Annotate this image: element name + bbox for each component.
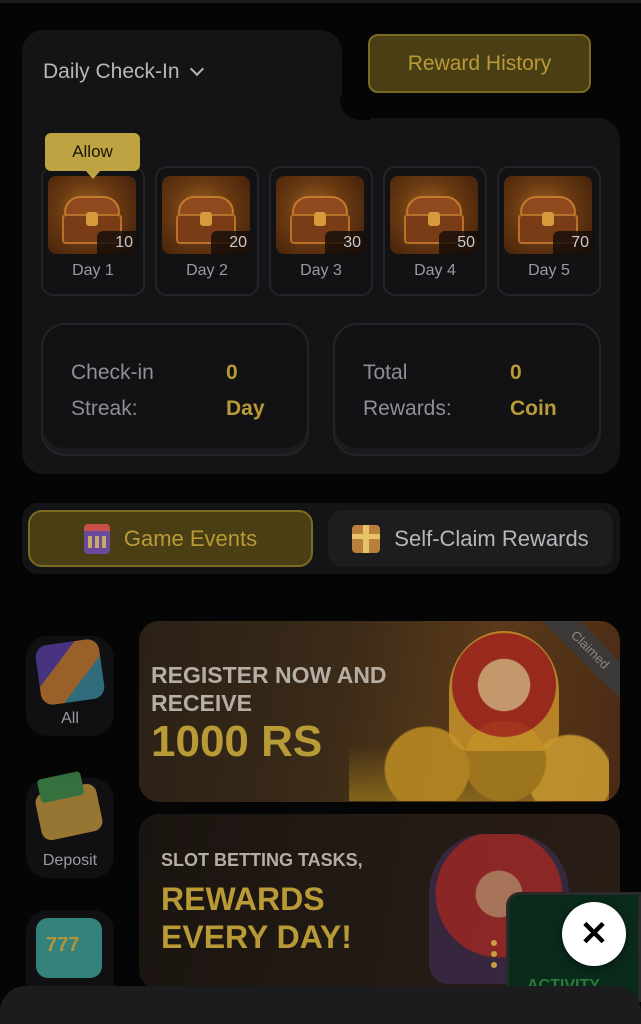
day-reward-amount: 10	[97, 231, 137, 255]
streak-unit: Day	[226, 397, 265, 420]
day-card-1[interactable]: 10 Day 1	[41, 166, 145, 296]
tab-game-events[interactable]: Game Events	[28, 510, 313, 567]
day-card-2[interactable]: 20 Day 2	[155, 166, 259, 296]
day-card-5[interactable]: 70 Day 5	[497, 166, 601, 296]
day-reward-amount: 20	[211, 231, 251, 255]
allow-badge[interactable]: Allow	[45, 133, 140, 179]
banner-headline: REGISTER NOW AND RECEIVE	[151, 661, 387, 717]
gift-icon	[352, 524, 381, 553]
total-value: 0 Coin	[510, 355, 557, 427]
banner-subtitle: SLOT BETTING TASKS,	[161, 850, 363, 870]
bottom-sheet	[0, 986, 641, 1024]
streak-value: 0 Day	[226, 355, 265, 427]
streak-count: 0	[226, 361, 238, 384]
register-bonus-banner[interactable]: REGISTER NOW AND RECEIVE 1000 RS Claimed	[139, 621, 620, 802]
day-reward-amount: 70	[553, 231, 593, 255]
category-label: All	[61, 710, 79, 727]
wallet-icon	[33, 782, 105, 842]
tab-self-claim-label: Self-Claim Rewards	[394, 525, 589, 551]
total-count: 0	[510, 361, 522, 384]
streak-label: Check-in Streak:	[71, 355, 154, 427]
category-all[interactable]: All	[26, 636, 114, 736]
day-reward-amount: 50	[439, 231, 479, 255]
daily-checkin-dropdown[interactable]: Daily Check-In	[43, 60, 204, 84]
total-rewards-card: Total Rewards: 0 Coin	[333, 323, 601, 456]
total-label-line1: Total	[363, 361, 408, 384]
calendar-icon	[83, 523, 110, 554]
category-deposit[interactable]: Deposit	[26, 778, 114, 878]
tab-game-events-label: Game Events	[123, 525, 258, 551]
day-label: Day 5	[528, 262, 570, 279]
tab-self-claim-rewards[interactable]: Self-Claim Rewards	[328, 510, 613, 567]
cube-icon	[34, 637, 106, 707]
fortune-god-image	[449, 631, 559, 751]
banner-headline-line1: REGISTER NOW AND	[151, 662, 387, 688]
close-icon: ✕	[579, 915, 609, 953]
total-unit: Coin	[510, 397, 557, 420]
day-label: Day 2	[186, 262, 228, 279]
streak-label-line2: Streak:	[71, 397, 138, 420]
panel-corner	[340, 96, 370, 120]
banner-headline-line2: RECEIVE	[151, 690, 252, 716]
total-label-line2: Rewards:	[363, 397, 452, 420]
day-card-4[interactable]: 50 Day 4	[383, 166, 487, 296]
streak-label-line1: Check-in	[71, 361, 154, 384]
day-card-3[interactable]: 30 Day 3	[269, 166, 373, 296]
top-divider	[0, 0, 641, 3]
category-label: Deposit	[42, 852, 98, 869]
slot-machine-icon	[36, 918, 102, 978]
total-label: Total Rewards:	[363, 355, 452, 427]
day-label: Day 1	[72, 262, 114, 279]
banner-amount: 1000 RS	[151, 717, 323, 766]
checkin-streak-card: Check-in Streak: 0 Day	[41, 323, 309, 456]
daily-checkin-title: Daily Check-In	[43, 60, 180, 83]
close-button[interactable]: ✕	[562, 902, 626, 966]
reward-history-button[interactable]: Reward History	[368, 34, 591, 93]
day-label: Day 4	[414, 262, 456, 279]
day-reward-amount: 30	[325, 231, 365, 255]
checkin-days-row: 10 Day 1 20 Day 2 30 Day 3 50 Day 4 70 D…	[41, 166, 601, 296]
chevron-down-icon	[189, 61, 204, 77]
day-label: Day 3	[300, 262, 342, 279]
banner-headline: REWARDS EVERY DAY!	[161, 880, 352, 956]
banner-headline-line1: REWARDS	[161, 881, 325, 917]
more-options-icon[interactable]	[491, 940, 499, 968]
banner-headline-line2: EVERY DAY!	[161, 919, 352, 955]
